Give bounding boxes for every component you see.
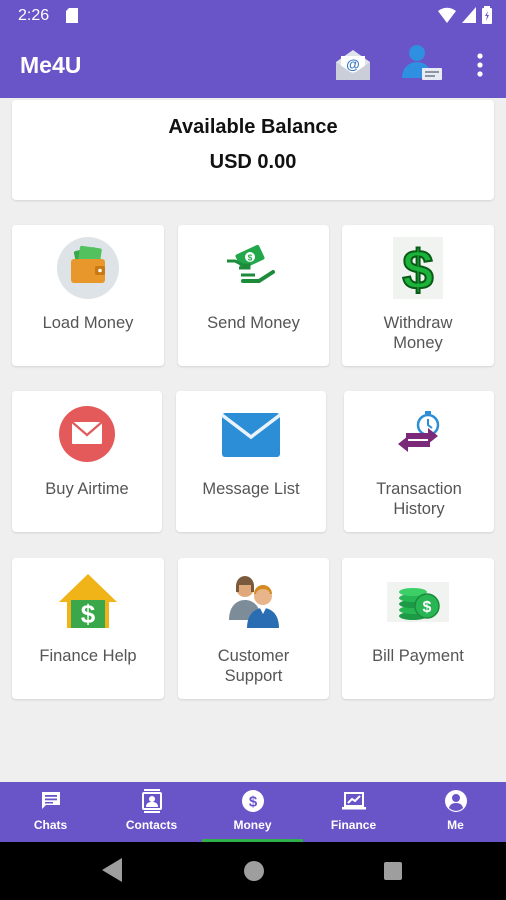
back-icon[interactable] — [102, 858, 122, 887]
chat-icon — [39, 789, 63, 813]
signal-icon — [462, 7, 476, 28]
nav-label: Money — [233, 818, 272, 832]
nav-chats[interactable]: Chats — [0, 782, 101, 842]
status-time: 2:26 — [18, 7, 50, 24]
nav-finance[interactable]: Finance — [303, 782, 404, 842]
status-bar: 2:26 — [0, 0, 506, 32]
svg-text:$: $ — [402, 238, 433, 299]
balance-amount: USD 0.00 — [209, 151, 297, 173]
account-circle-icon — [444, 789, 468, 813]
app-bar: Me4U @ — [0, 32, 506, 98]
tile-send-money[interactable]: $ Send Money — [178, 225, 329, 366]
tile-transaction-history[interactable]: Transaction History — [344, 391, 494, 532]
nav-contacts[interactable]: Contacts — [101, 782, 202, 842]
system-navigation-bar — [0, 842, 506, 900]
wallet-icon — [57, 237, 119, 299]
nav-label: Chats — [33, 818, 68, 832]
house-dollar-icon: $ — [57, 570, 119, 632]
email-icon[interactable]: @ — [334, 46, 372, 84]
bottom-navigation: Chats Contacts $ Money Finance Me — [0, 782, 506, 842]
nav-money[interactable]: $ Money — [202, 782, 303, 842]
users-icon — [223, 570, 285, 632]
wifi-icon — [438, 7, 456, 28]
svg-text:@: @ — [346, 56, 360, 72]
svg-text:$: $ — [81, 599, 96, 629]
profile-icon[interactable] — [400, 42, 444, 86]
balance-label: Available Balance — [168, 116, 338, 138]
tile-withdraw-money[interactable]: $ Withdraw Money — [342, 225, 494, 366]
tile-label: Load Money — [42, 314, 134, 332]
send-money-icon: $ — [223, 237, 285, 299]
coins-icon: $ — [387, 570, 449, 632]
dollar-circle-icon: $ — [241, 789, 265, 813]
transfer-clock-icon — [388, 403, 450, 465]
nav-label: Contacts — [125, 818, 178, 832]
nav-label: Finance — [330, 818, 377, 832]
dollar-sign-icon: $ — [387, 237, 449, 302]
tile-bill-payment[interactable]: $ Bill Payment — [342, 558, 494, 699]
battery-icon — [482, 6, 492, 29]
tile-label: Withdraw Money — [383, 314, 453, 352]
app-title: Me4U — [20, 52, 82, 78]
tile-label: Buy Airtime — [45, 480, 129, 498]
nav-label: Me — [447, 818, 464, 832]
tile-load-money[interactable]: Load Money — [12, 225, 164, 366]
tile-label: Finance Help — [39, 647, 137, 665]
envelope-icon — [220, 403, 282, 465]
tile-finance-help[interactable]: $ Finance Help — [12, 558, 164, 699]
tile-label: Customer Support — [217, 647, 290, 685]
overflow-menu-icon[interactable] — [470, 48, 490, 82]
svg-text:$: $ — [247, 254, 252, 263]
sim-card-icon — [66, 8, 78, 28]
nav-me[interactable]: Me — [405, 782, 506, 842]
tile-message-list[interactable]: Message List — [176, 391, 326, 532]
tile-label: Message List — [202, 480, 300, 498]
tile-customer-support[interactable]: Customer Support — [178, 558, 329, 699]
envelope-circle-icon — [56, 403, 118, 465]
tile-label: Transaction History — [376, 480, 462, 518]
balance-card: Available Balance USD 0.00 — [12, 100, 494, 200]
chart-laptop-icon — [341, 789, 366, 813]
recents-icon[interactable] — [384, 862, 402, 880]
home-icon[interactable] — [244, 861, 264, 881]
contacts-icon — [140, 789, 164, 813]
svg-text:$: $ — [423, 599, 432, 616]
svg-text:$: $ — [248, 794, 257, 811]
tile-label: Bill Payment — [372, 647, 464, 665]
tile-buy-airtime[interactable]: Buy Airtime — [12, 391, 162, 532]
tile-label: Send Money — [207, 314, 300, 332]
